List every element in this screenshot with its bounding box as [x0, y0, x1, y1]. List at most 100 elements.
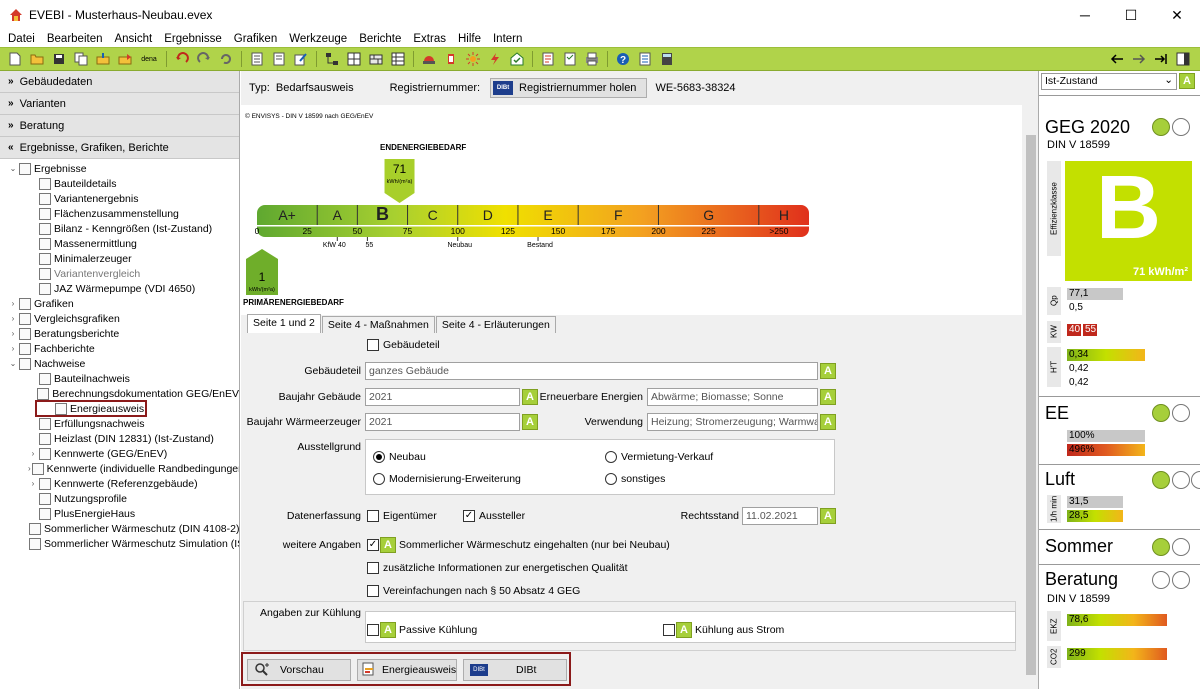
next-end-icon[interactable]: [1152, 50, 1170, 68]
gebaeudeteil-field[interactable]: ganzes Gebäude: [365, 362, 818, 380]
heating-icon[interactable]: [420, 50, 438, 68]
undo-icon[interactable]: [173, 50, 191, 68]
tree-item[interactable]: Bauteildetails: [0, 176, 239, 191]
menu-grafiken[interactable]: Grafiken: [228, 33, 283, 45]
save-icon[interactable]: [50, 50, 68, 68]
tree-item[interactable]: Sommerlicher Wärmeschutz Simulation (ISO…: [0, 536, 239, 551]
energieausweis-button[interactable]: Energieausweis: [357, 659, 457, 681]
report-icon[interactable]: [248, 50, 266, 68]
tree-item[interactable]: Erfüllungsnachweis: [0, 416, 239, 431]
refresh-icon[interactable]: [217, 50, 235, 68]
kuehlung-aus-strom-checkbox[interactable]: [663, 624, 675, 636]
tree-item[interactable]: Bilanz - Kenngrößen (Ist-Zustand): [0, 221, 239, 236]
accordion-ergebnisse-grafiken-berichte[interactable]: « Ergebnisse, Grafiken, Berichte: [0, 137, 239, 159]
expand-toggle-icon[interactable]: ›: [28, 449, 38, 458]
dibt-button[interactable]: DIBt DIBt: [463, 659, 567, 681]
vorschau-button[interactable]: Vorschau: [247, 659, 351, 681]
network-icon[interactable]: [323, 50, 341, 68]
menu-ergebnisse[interactable]: Ergebnisse: [158, 33, 228, 45]
tree-item[interactable]: Sommerlicher Wärmeschutz (DIN 4108-2): [0, 521, 239, 536]
radio-modernisierung-erweiterung[interactable]: [373, 473, 385, 485]
table-icon[interactable]: [389, 50, 407, 68]
tree-item[interactable]: ⌄ Nachweise: [0, 356, 239, 371]
rechtsstand-a-button[interactable]: A: [820, 508, 836, 524]
minimize-button[interactable]: ─: [1062, 0, 1108, 30]
floor-plan-icon[interactable]: [345, 50, 363, 68]
verwendung-a-button[interactable]: A: [820, 414, 836, 430]
open-folder-icon[interactable]: [28, 50, 46, 68]
rechtsstand-field[interactable]: 11.02.2021: [742, 507, 818, 525]
wall-icon[interactable]: [367, 50, 385, 68]
menu-berichte[interactable]: Berichte: [353, 33, 407, 45]
checklist-icon[interactable]: [561, 50, 579, 68]
panel-icon[interactable]: [1174, 50, 1192, 68]
radio-sonstiges[interactable]: [605, 473, 617, 485]
tab-seite-4-erlaeuterungen[interactable]: Seite 4 - Erläuterungen: [435, 316, 556, 333]
report-list-icon[interactable]: [539, 50, 557, 68]
scrollbar-thumb[interactable]: [1026, 135, 1036, 675]
edit-icon[interactable]: [292, 50, 310, 68]
tab-seite-1-und-2[interactable]: Seite 1 und 2: [247, 314, 321, 333]
tree-item[interactable]: PlusEnergieHaus: [0, 506, 239, 521]
maximize-button[interactable]: ☐: [1108, 0, 1154, 30]
registriernummer-holen-button[interactable]: DIBt Registriernummer holen: [490, 78, 648, 98]
passive-kuehlung-a-button[interactable]: A: [380, 622, 396, 638]
tree-item[interactable]: Heizlast (DIN 12831) (Ist-Zustand): [0, 431, 239, 446]
zusaetzliche-informationen-checkbox[interactable]: [367, 562, 379, 574]
dena-icon[interactable]: dena: [138, 50, 160, 68]
tab-seite-4-massnahmen[interactable]: Seite 4 - Maßnahmen: [321, 316, 435, 333]
sommerlicher-waermeschutz-checkbox[interactable]: ✓: [367, 539, 379, 551]
radio-neubau[interactable]: [373, 451, 385, 463]
tree-item[interactable]: Variantenvergleich: [0, 266, 239, 281]
new-file-icon[interactable]: [6, 50, 24, 68]
tree-item[interactable]: Berechnungsdokumentation GEG/EnEV: [0, 386, 239, 401]
menu-datei[interactable]: Datei: [2, 33, 41, 45]
back-arrow-icon[interactable]: [1108, 50, 1126, 68]
copy-icon[interactable]: [72, 50, 90, 68]
menu-intern[interactable]: Intern: [487, 33, 528, 45]
tree-item[interactable]: Flächenzusammenstellung: [0, 206, 239, 221]
print-icon[interactable]: [583, 50, 601, 68]
tree-item[interactable]: › Vergleichsgrafiken: [0, 311, 239, 326]
vereinfachungen-checkbox[interactable]: [367, 585, 379, 597]
gebaeudeteil-checkbox[interactable]: [367, 339, 379, 351]
accordion-varianten[interactable]: » Varianten: [0, 93, 239, 115]
expand-toggle-icon[interactable]: ⌄: [8, 164, 18, 173]
tree-item[interactable]: › Kennwerte (individuelle Randbedingungen…: [0, 461, 239, 476]
tree-item[interactable]: Nutzungsprofile: [0, 491, 239, 506]
passive-kuehlung-checkbox[interactable]: [367, 624, 379, 636]
tree-item[interactable]: Massenermittlung: [0, 236, 239, 251]
document-icon[interactable]: [270, 50, 288, 68]
menu-hilfe[interactable]: Hilfe: [452, 33, 487, 45]
tree-item[interactable]: › Kennwerte (GEG/EnEV): [0, 446, 239, 461]
solar-icon[interactable]: [464, 50, 482, 68]
expand-toggle-icon[interactable]: ›: [28, 464, 31, 473]
kuehlung-aus-strom-a-button[interactable]: A: [676, 622, 692, 638]
expand-toggle-icon[interactable]: ›: [8, 344, 18, 353]
tree-item[interactable]: Variantenergebnis: [0, 191, 239, 206]
variant-a-button[interactable]: A: [1179, 73, 1195, 89]
tree-item[interactable]: › Grafiken: [0, 296, 239, 311]
tree-item[interactable]: › Kennwerte (Referenzgebäude): [0, 476, 239, 491]
house-check-icon[interactable]: [508, 50, 526, 68]
accordion-beratung[interactable]: » Beratung: [0, 115, 239, 137]
menu-werkzeuge[interactable]: Werkzeuge: [283, 33, 353, 45]
menu-bearbeiten[interactable]: Bearbeiten: [41, 33, 109, 45]
sommerlicher-waermeschutz-a-button[interactable]: A: [380, 537, 396, 553]
forward-arrow-icon[interactable]: [1130, 50, 1148, 68]
tree-item[interactable]: JAZ Wärmepumpe (VDI 4650): [0, 281, 239, 296]
baujahr-waermeerzeuger-field[interactable]: 2021: [365, 413, 520, 431]
calculator-icon[interactable]: [658, 50, 676, 68]
vertical-scrollbar[interactable]: [1024, 71, 1038, 689]
radio-vermietung-verkauf[interactable]: [605, 451, 617, 463]
import-icon[interactable]: [94, 50, 112, 68]
accordion-gebaeudedaten[interactable]: » Gebäudedaten: [0, 71, 239, 93]
tree-item[interactable]: › Beratungsberichte: [0, 326, 239, 341]
variant-select[interactable]: Ist-Zustand ⌄: [1041, 73, 1177, 90]
erneuerbare-energien-a-button[interactable]: A: [820, 389, 836, 405]
eigentuemer-checkbox[interactable]: [367, 510, 379, 522]
redo-icon[interactable]: [195, 50, 213, 68]
verwendung-field[interactable]: Heizung; Stromerzeugung; Warmwasser: [647, 413, 818, 431]
expand-toggle-icon[interactable]: ⌄: [8, 359, 18, 368]
expand-toggle-icon[interactable]: ›: [8, 299, 18, 308]
